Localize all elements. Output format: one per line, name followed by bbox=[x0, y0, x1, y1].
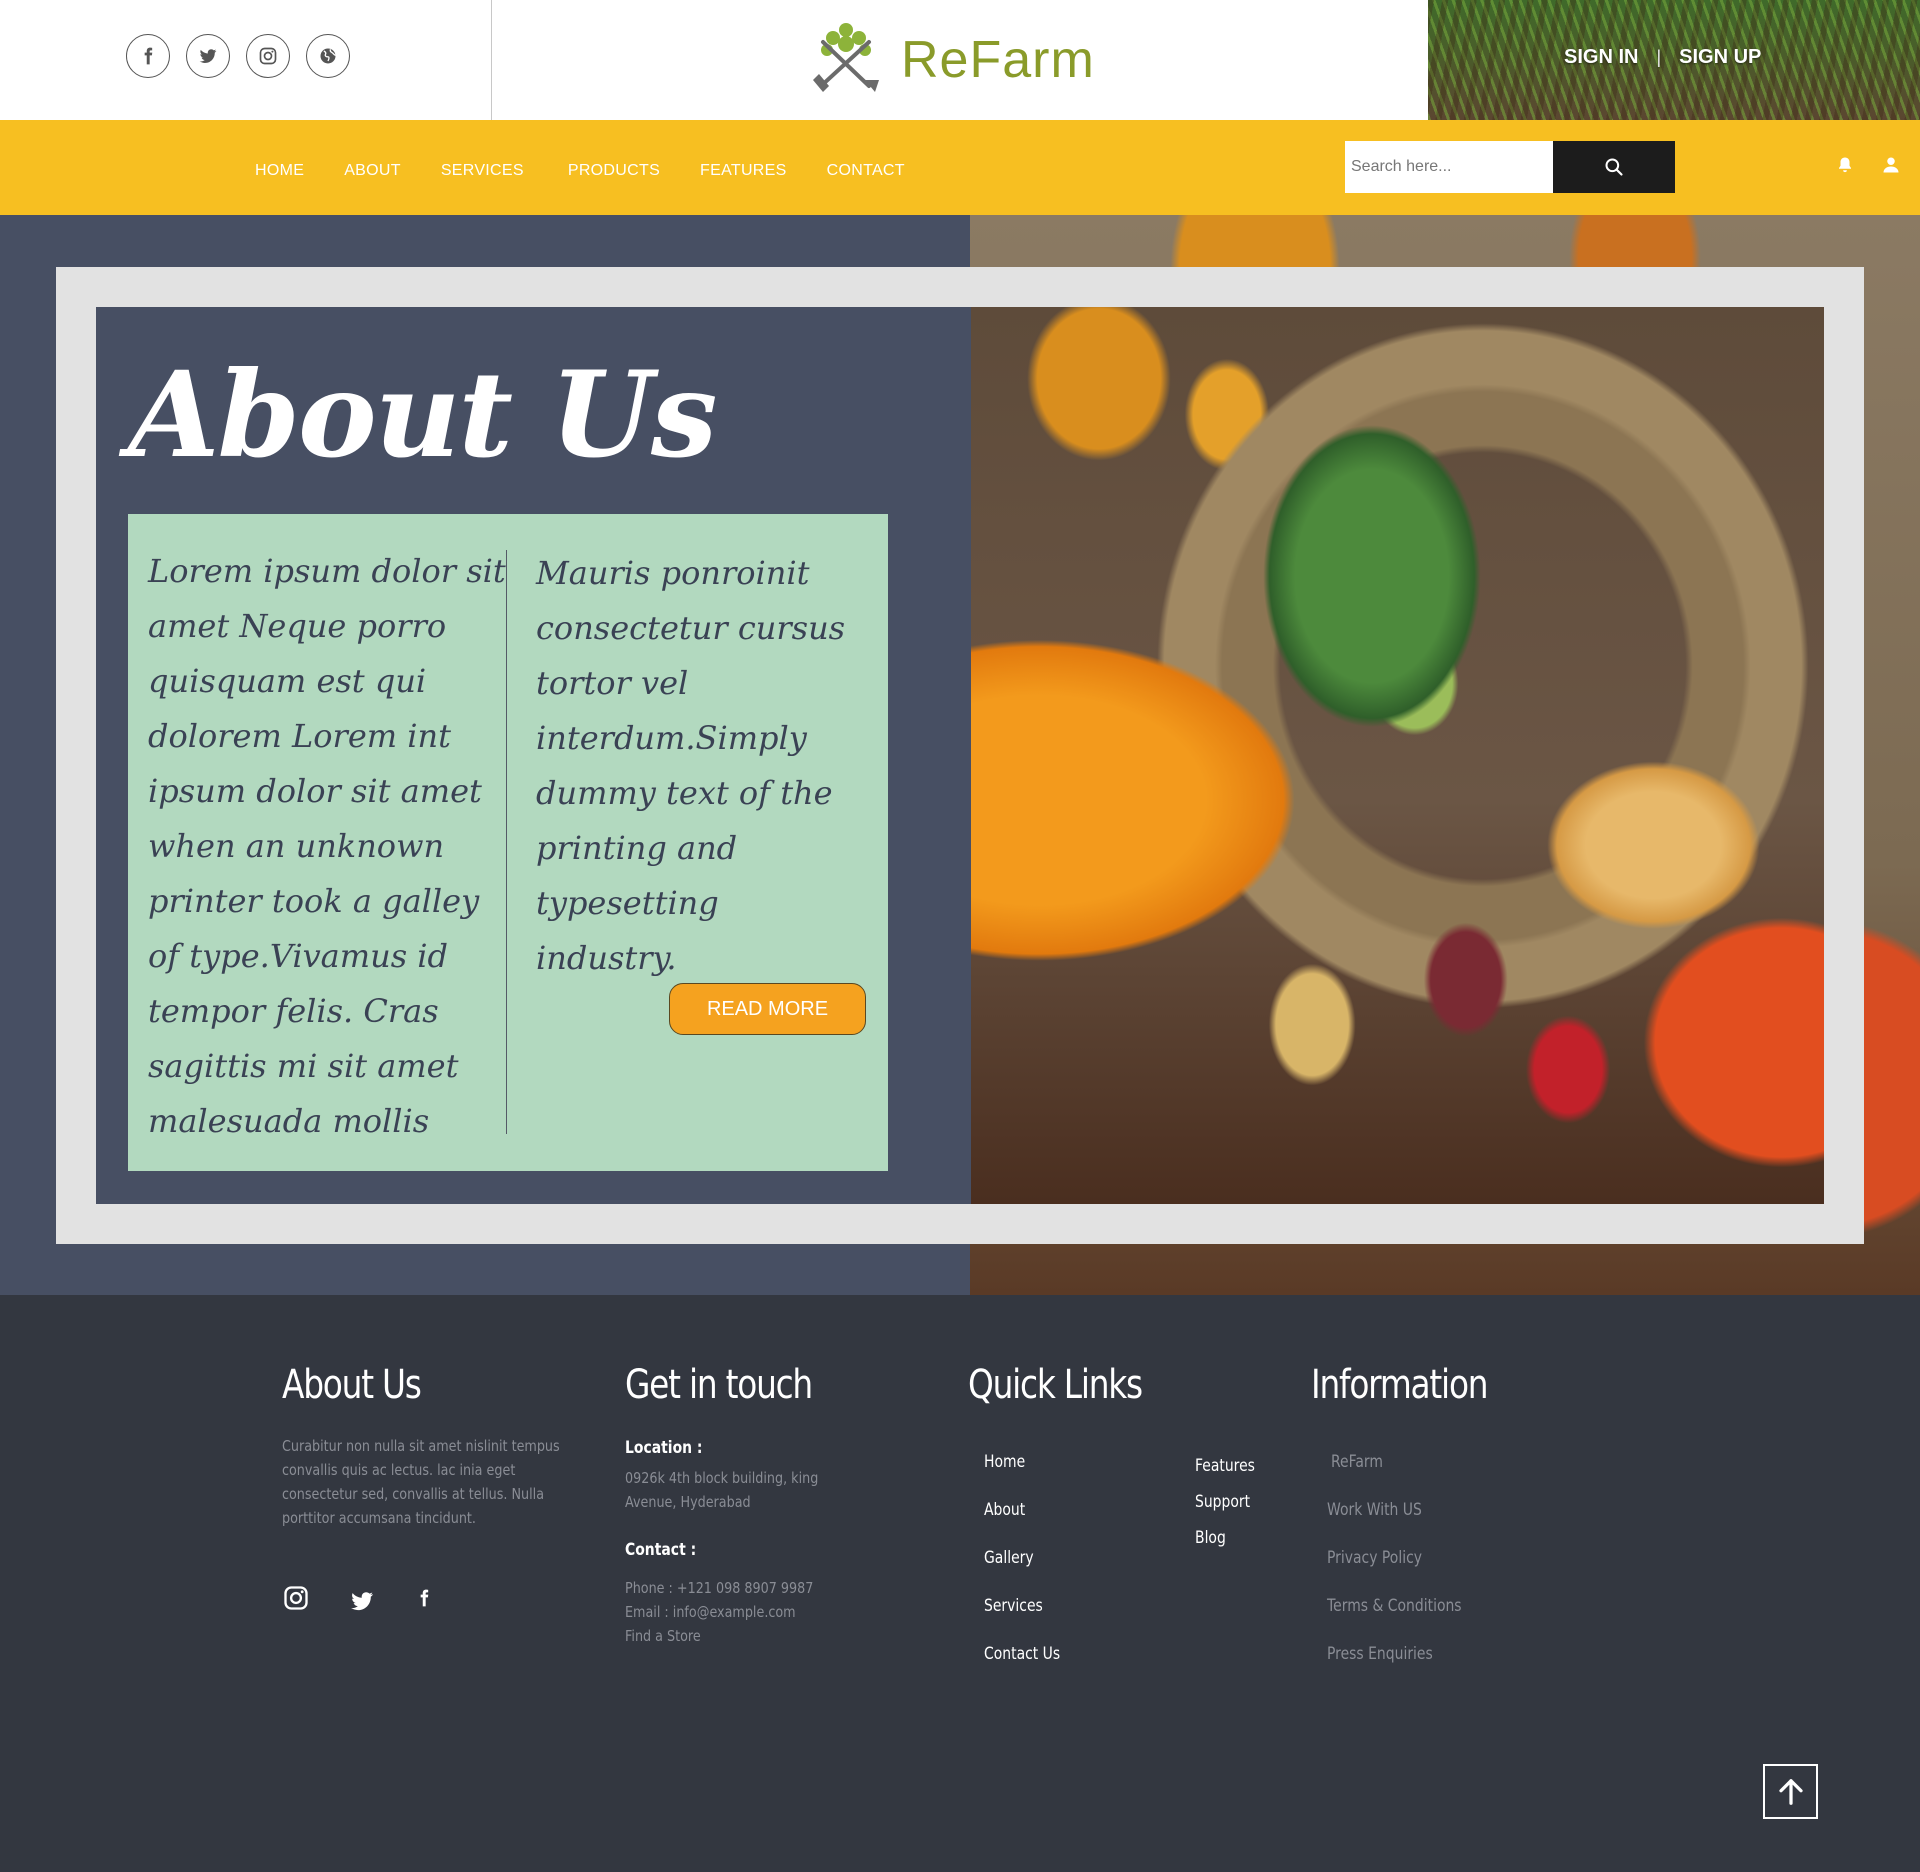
footer-information: Information ReFarm Work With US Privacy … bbox=[1311, 1362, 1611, 1664]
header-social-links bbox=[126, 34, 350, 78]
quick-link-blog[interactable]: Blog bbox=[1195, 1528, 1293, 1564]
vegetable-basket-photo bbox=[971, 307, 1824, 1204]
back-to-top-button[interactable] bbox=[1763, 1764, 1818, 1819]
search-input[interactable] bbox=[1345, 141, 1553, 193]
quick-link-contact-us[interactable]: Contact Us bbox=[984, 1644, 1107, 1692]
instagram-icon[interactable] bbox=[282, 1584, 310, 1612]
contact-email[interactable]: Email : info@example.com bbox=[625, 1600, 880, 1624]
footer-contact: Get in touch Location : 0926k 4th block … bbox=[625, 1362, 925, 1648]
quick-link-about[interactable]: About bbox=[984, 1500, 1107, 1548]
arrow-up-icon bbox=[1778, 1778, 1803, 1805]
header-divider bbox=[491, 0, 492, 120]
nav-item-contact[interactable]: CONTACT bbox=[827, 162, 905, 180]
find-store-link[interactable]: Find a Store bbox=[625, 1624, 880, 1648]
info-link-work-with-us[interactable]: Work With US bbox=[1327, 1500, 1507, 1548]
nav-item-services[interactable]: SERVICES bbox=[441, 162, 524, 180]
facebook-icon[interactable] bbox=[414, 1583, 434, 1613]
farm-tools-icon bbox=[813, 23, 879, 92]
quick-link-home[interactable]: Home bbox=[984, 1452, 1107, 1500]
globe-icon[interactable] bbox=[306, 34, 350, 78]
twitter-icon[interactable] bbox=[348, 1588, 376, 1614]
info-link-privacy-policy[interactable]: Privacy Policy bbox=[1327, 1548, 1507, 1596]
nav-item-products[interactable]: PRODUCTS bbox=[568, 162, 660, 180]
column-divider bbox=[506, 550, 507, 1134]
footer-quick-links-heading: Quick Links bbox=[968, 1362, 1143, 1408]
contact-label: Contact : bbox=[625, 1540, 697, 1560]
search-button[interactable] bbox=[1553, 141, 1675, 193]
about-text-box: Lorem ipsum dolor sit amet Neque porro q… bbox=[128, 514, 888, 1171]
about-text-column-2: Mauris ponroinit consectetur cursus tort… bbox=[536, 554, 846, 977]
info-link-refarm[interactable]: ReFarm bbox=[1331, 1452, 1508, 1500]
instagram-icon[interactable] bbox=[246, 34, 290, 78]
search-icon bbox=[1605, 158, 1623, 176]
quick-link-support[interactable]: Support bbox=[1195, 1492, 1293, 1528]
quick-links-col-2: Features Support Blog bbox=[1195, 1456, 1315, 1564]
nav-item-about[interactable]: ABOUT bbox=[344, 162, 401, 180]
info-link-press-enquiries[interactable]: Press Enquiries bbox=[1327, 1644, 1507, 1692]
search-bar bbox=[1345, 141, 1675, 193]
brand-logo[interactable]: ReFarm bbox=[803, 20, 1095, 100]
quick-link-gallery[interactable]: Gallery bbox=[984, 1548, 1107, 1596]
nav-icons bbox=[1836, 156, 1900, 174]
location-label: Location : bbox=[625, 1438, 703, 1458]
about-text-column-1: Lorem ipsum dolor sit amet Neque porro q… bbox=[148, 552, 506, 1140]
auth-separator: | bbox=[1656, 47, 1662, 67]
footer-about-heading: About Us bbox=[282, 1362, 422, 1408]
user-icon[interactable] bbox=[1882, 156, 1900, 174]
bell-icon[interactable] bbox=[1836, 156, 1854, 174]
top-header: ReFarm SIGN IN | SIGN UP bbox=[0, 0, 1920, 120]
info-link-terms[interactable]: Terms & Conditions bbox=[1327, 1596, 1507, 1644]
facebook-icon[interactable] bbox=[126, 34, 170, 78]
location-text: 0926k 4th block building, king Avenue, H… bbox=[625, 1469, 819, 1511]
footer-social-links bbox=[282, 1582, 582, 1614]
sign-in-link[interactable]: SIGN IN bbox=[1564, 46, 1638, 69]
information-links: ReFarm Work With US Privacy Policy Terms… bbox=[1327, 1452, 1547, 1692]
read-more-button[interactable]: READ MORE bbox=[669, 983, 866, 1035]
quick-link-features[interactable]: Features bbox=[1195, 1456, 1293, 1492]
nav-item-home[interactable]: HOME bbox=[255, 162, 304, 180]
footer-quick-links: Quick Links Home About Gallery Services … bbox=[968, 1362, 1288, 1664]
sign-up-link[interactable]: SIGN UP bbox=[1679, 46, 1761, 69]
footer-about-text: Curabitur non nulla sit amet nislinit te… bbox=[282, 1437, 560, 1527]
contact-phone: Phone : +121 098 8907 9987 bbox=[625, 1579, 814, 1597]
footer-contact-heading: Get in touch bbox=[625, 1362, 813, 1408]
quick-links-col-1: Home About Gallery Services Contact Us bbox=[984, 1452, 1134, 1692]
auth-links: SIGN IN | SIGN UP bbox=[1564, 46, 1761, 69]
main-nav: HOME ABOUT SERVICES PRODUCTS FEATURES CO… bbox=[255, 162, 945, 180]
footer-information-heading: Information bbox=[1311, 1362, 1489, 1408]
nav-item-features[interactable]: FEATURES bbox=[700, 162, 787, 180]
brand-name: ReFarm bbox=[901, 31, 1095, 89]
twitter-icon[interactable] bbox=[186, 34, 230, 78]
footer-about: About Us Curabitur non nulla sit amet ni… bbox=[282, 1362, 582, 1614]
quick-link-services[interactable]: Services bbox=[984, 1596, 1107, 1644]
about-title: About Us bbox=[128, 345, 717, 484]
